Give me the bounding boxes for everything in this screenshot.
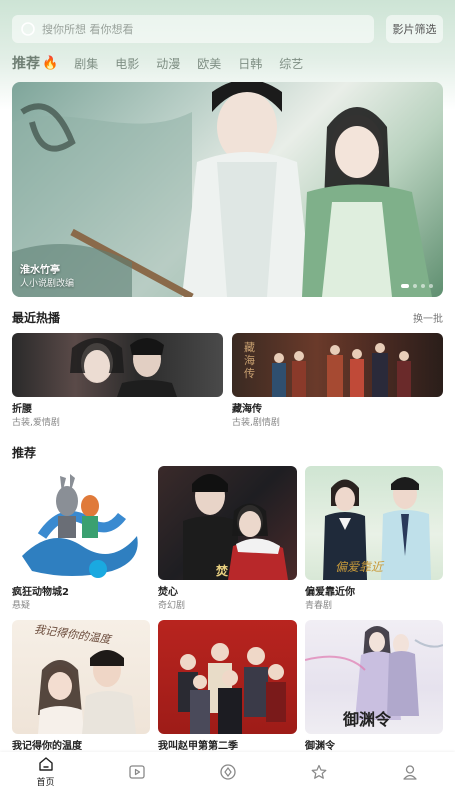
nav-video[interactable] <box>91 752 182 791</box>
recommend-card[interactable]: 疯狂动物城2 悬疑 <box>12 466 150 612</box>
filter-button[interactable]: 影片筛选 <box>386 15 443 43</box>
card-title: 疯狂动物城2 <box>12 587 69 598</box>
banner-caption: 淮水竹亭 人小说剧改编 <box>20 264 74 290</box>
poster-image: 偏爱靠近 <box>305 466 443 580</box>
category-tabs: 推荐 🔥 剧集 电影 动漫 欧美 日韩 综艺 <box>12 53 320 73</box>
recommend-card[interactable]: 我叫赵甲第第二季 <box>158 620 297 754</box>
recommend-card[interactable]: 偏爱靠近 偏爱靠近你 青春剧 <box>305 466 443 612</box>
card-title: 藏海传 <box>232 404 262 415</box>
tab-western[interactable]: 欧美 <box>197 55 221 72</box>
search-placeholder: 搜你所想 看你想看 <box>42 23 134 36</box>
banner-dot-active[interactable] <box>401 284 409 288</box>
card-title: 折腰 <box>12 404 32 415</box>
card-tags: 古装,剧情剧 <box>232 418 280 428</box>
nav-discover[interactable] <box>182 752 273 791</box>
recent-section-title: 最近热播 <box>12 311 61 325</box>
banner-title: 淮水竹亭 <box>20 265 60 276</box>
banner-dot[interactable] <box>429 284 433 288</box>
recommend-card[interactable]: 我记得你的温度 我记得你的温度 <box>12 620 150 754</box>
card-title: 偏爱靠近你 <box>305 587 355 598</box>
poster-title-art: 藏海传 <box>244 341 255 380</box>
card-title: 焚心 <box>158 587 178 598</box>
bottom-navigation: 首页 <box>0 752 455 791</box>
poster-image <box>158 620 297 734</box>
tab-label: 推荐 <box>12 56 40 72</box>
poster-image: 藏海传 <box>232 333 443 397</box>
hero-banner[interactable]: 淮水竹亭 人小说剧改编 <box>12 82 443 297</box>
tab-variety[interactable]: 综艺 <box>279 55 303 72</box>
star-icon <box>310 763 328 781</box>
recent-card[interactable]: 折腰 古装,爱情剧 <box>12 333 223 429</box>
poster-image: 御渊令 <box>305 620 443 734</box>
video-icon <box>128 763 146 781</box>
search-row: 搜你所想 看你想看 影片筛选 <box>12 15 443 43</box>
recommend-section-title: 推荐 <box>12 446 37 460</box>
nav-favorites[interactable] <box>273 752 364 791</box>
card-tags: 古装,爱情剧 <box>12 418 60 428</box>
fire-icon: 🔥 <box>42 55 59 71</box>
banner-dot[interactable] <box>421 284 425 288</box>
poster-title-art: 御渊令 <box>343 710 392 729</box>
poster-image: 焚 <box>158 466 297 580</box>
banner-poster-image <box>12 82 432 297</box>
home-icon <box>37 755 55 773</box>
card-tags: 悬疑 <box>12 601 31 611</box>
refresh-link[interactable]: 换一批 <box>413 310 443 325</box>
tab-japan-korea[interactable]: 日韩 <box>238 55 262 72</box>
banner-pagination <box>401 284 433 288</box>
poster-image <box>12 333 223 397</box>
nav-home[interactable]: 首页 <box>0 752 91 791</box>
poster-title-art: 偏爱靠近 <box>335 560 384 574</box>
poster-image: 我记得你的温度 <box>12 620 150 734</box>
user-icon <box>401 763 419 781</box>
card-tags: 奇幻剧 <box>158 601 186 611</box>
search-icon <box>20 21 36 37</box>
banner-dot[interactable] <box>413 284 417 288</box>
tab-recommend[interactable]: 推荐 🔥 <box>12 53 58 73</box>
nav-label: 首页 <box>36 778 55 788</box>
nav-profile[interactable] <box>364 752 455 791</box>
poster-image <box>12 466 150 580</box>
search-input[interactable]: 搜你所想 看你想看 <box>12 15 374 43</box>
card-tags: 青春剧 <box>305 601 333 611</box>
discover-icon <box>219 763 237 781</box>
tab-anime[interactable]: 动漫 <box>156 55 180 72</box>
banner-subtitle: 人小说剧改编 <box>20 279 75 289</box>
recent-card[interactable]: 藏海传 藏海传 古装,剧情剧 <box>232 333 443 429</box>
recommend-card[interactable]: 焚 焚心 奇幻剧 <box>158 466 297 612</box>
tab-series[interactable]: 剧集 <box>74 55 98 72</box>
tab-movies[interactable]: 电影 <box>115 55 139 72</box>
recommend-card[interactable]: 御渊令 御渊令 <box>305 620 443 754</box>
poster-title-art: 焚 <box>216 564 229 578</box>
